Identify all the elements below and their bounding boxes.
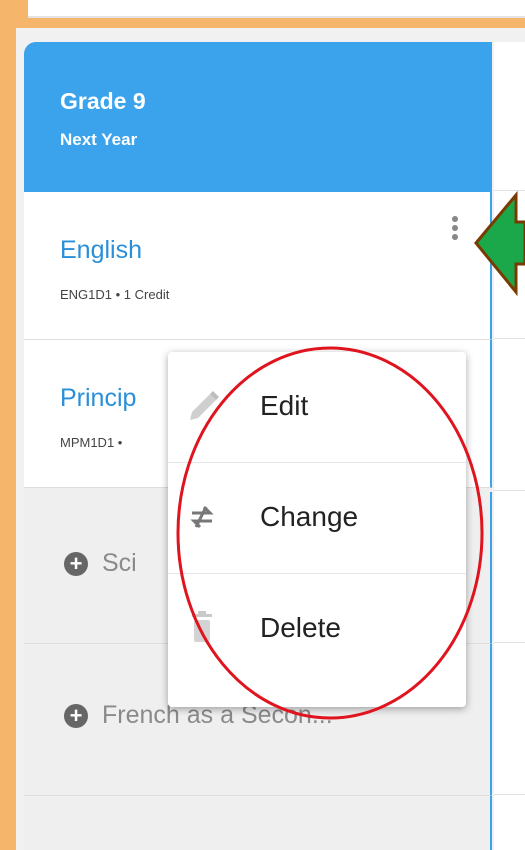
menu-item-delete[interactable]: Delete <box>168 574 466 684</box>
swap-arrows-icon <box>190 505 214 529</box>
course-name[interactable]: English <box>60 236 142 265</box>
course-code: ENG1D1 • 1 Credit <box>60 287 170 302</box>
add-icon[interactable]: + <box>64 552 88 576</box>
menu-item-label[interactable]: Delete <box>260 612 341 644</box>
grade-title: Grade 9 <box>60 88 146 114</box>
menu-item-label[interactable]: Edit <box>260 390 308 422</box>
menu-item-label[interactable]: Change <box>260 501 358 533</box>
more-options-icon[interactable] <box>450 216 460 250</box>
empty-slot[interactable] <box>24 796 492 850</box>
menu-item-edit[interactable]: Edit <box>168 352 466 463</box>
pencil-icon <box>190 391 219 420</box>
menu-item-change[interactable]: Change <box>168 463 466 574</box>
grade-subtitle: Next Year <box>60 130 138 149</box>
empty-slot-label[interactable]: Sci <box>102 549 137 578</box>
grade-header: Grade 9 Next Year <box>24 42 492 192</box>
course-context-menu: Edit Change Delete <box>168 352 466 707</box>
course-code: MPM1D1 • <box>60 435 123 450</box>
course-card-english[interactable]: English ENG1D1 • 1 Credit <box>24 192 492 340</box>
next-column <box>494 42 525 850</box>
top-bar <box>28 0 525 18</box>
course-name[interactable]: Princip <box>60 384 136 413</box>
add-icon[interactable]: + <box>64 704 88 728</box>
trash-icon <box>192 611 212 642</box>
